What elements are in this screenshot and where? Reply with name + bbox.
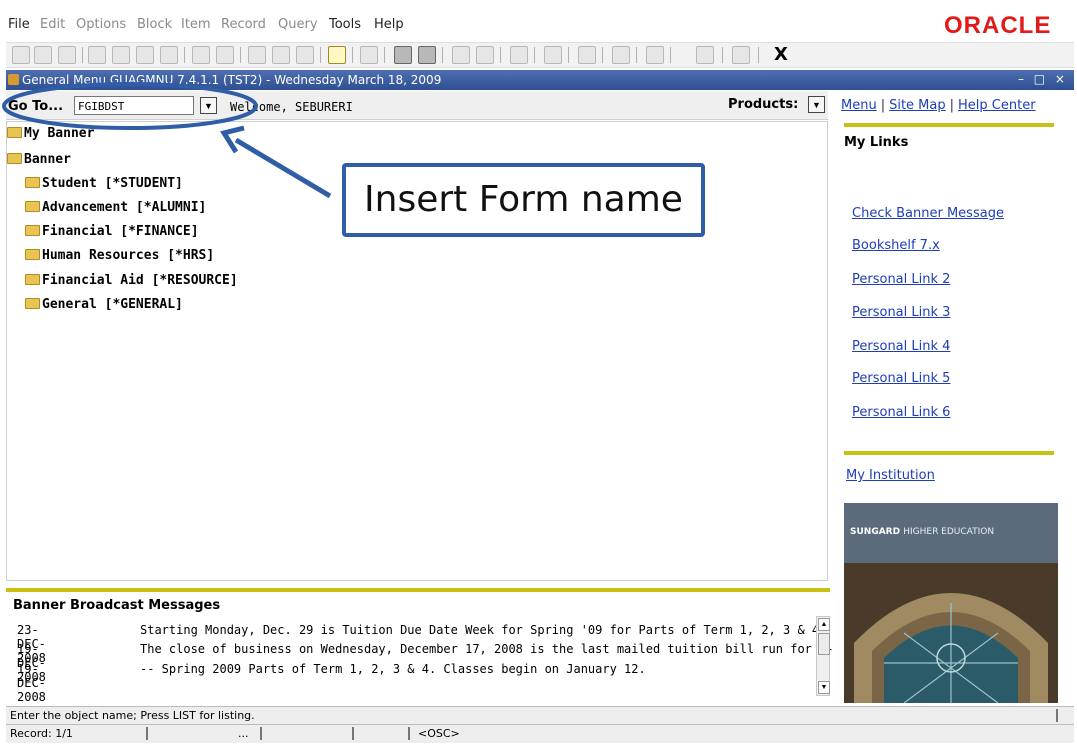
callout-insert-form-name: Insert Form name: [342, 163, 705, 237]
annotation-arrowhead: [220, 125, 245, 154]
annotation-arrow-shaft: [234, 137, 332, 199]
highlight-ellipse: [2, 82, 258, 130]
annotation-overlay: [2, 82, 332, 199]
